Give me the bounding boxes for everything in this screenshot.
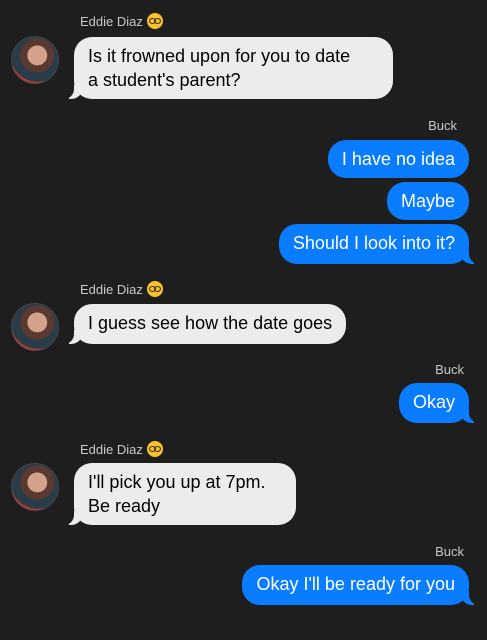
- message-bubble-outgoing[interactable]: I have no idea: [327, 140, 469, 178]
- sender-name-buck: Buck: [435, 362, 464, 377]
- smiling-emoji-icon: [146, 281, 163, 297]
- avatar-eddie[interactable]: [11, 303, 59, 351]
- message-bubble-outgoing[interactable]: Maybe: [386, 182, 469, 220]
- sender-name-eddie: Eddie Diaz: [80, 441, 163, 457]
- sender-name-buck: Buck: [428, 118, 457, 133]
- message-bubble-incoming[interactable]: I guess see how the date goes: [63, 304, 347, 344]
- smiling-emoji-icon: [146, 13, 163, 29]
- avatar-eddie[interactable]: [11, 36, 59, 84]
- message-bubble-incoming[interactable]: I'll pick you up at 7pm. Be ready: [64, 463, 296, 525]
- sender-name-buck: Buck: [435, 544, 464, 559]
- avatar-eddie[interactable]: [11, 463, 59, 511]
- sender-name-eddie: Eddie Diaz: [80, 13, 163, 29]
- message-bubble-outgoing[interactable]: Okay I'll be ready for you: [242, 565, 479, 605]
- message-bubble-outgoing[interactable]: Okay: [398, 383, 480, 423]
- smiling-emoji-icon: [146, 441, 163, 457]
- message-bubble-incoming[interactable]: Is it frowned upon for you to date a stu…: [64, 37, 393, 99]
- sender-name-eddie: Eddie Diaz: [80, 281, 163, 297]
- message-bubble-outgoing[interactable]: Should I look into it?: [278, 224, 480, 264]
